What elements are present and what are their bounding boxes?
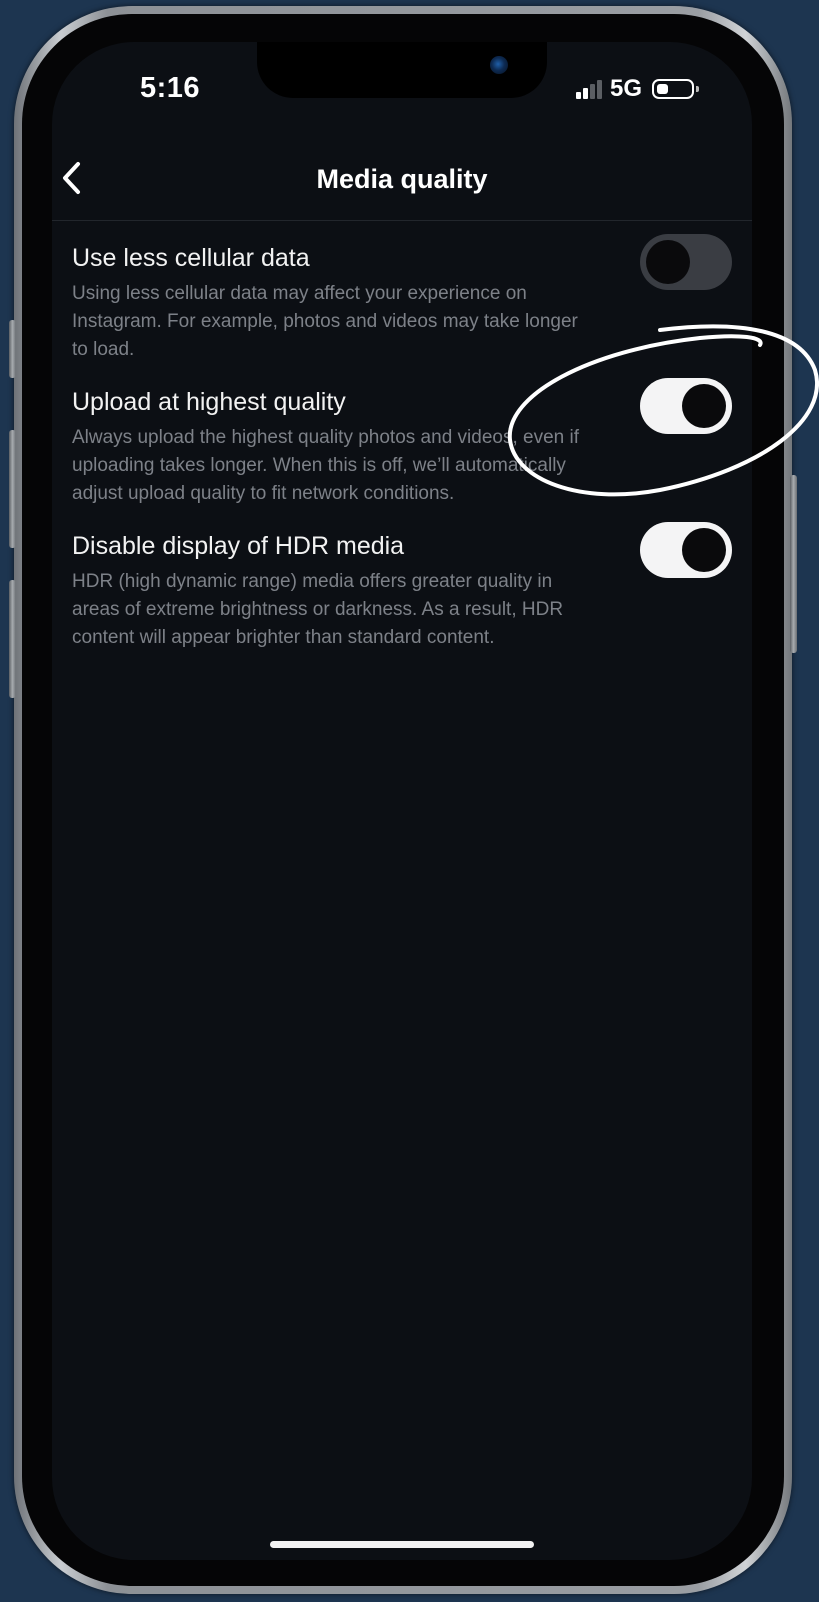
nav-bar: Media quality bbox=[52, 142, 752, 221]
setting-disable-hdr-media: Disable display of HDR media HDR (high d… bbox=[72, 522, 732, 652]
upload-highest-quality-toggle[interactable] bbox=[640, 378, 732, 434]
setting-upload-highest-quality: Upload at highest quality Always upload … bbox=[72, 378, 732, 508]
volume-down-button bbox=[9, 580, 16, 698]
notch bbox=[257, 42, 547, 98]
battery-cap bbox=[696, 86, 699, 92]
page-title: Media quality bbox=[316, 164, 488, 194]
silent-switch bbox=[9, 320, 16, 378]
setting-use-less-cellular-data: Use less cellular data Using less cellul… bbox=[72, 234, 732, 364]
front-camera-icon bbox=[490, 56, 508, 74]
setting-description: Using less cellular data may affect your… bbox=[72, 283, 578, 360]
signal-bar bbox=[575, 92, 581, 99]
signal-bar bbox=[589, 84, 595, 99]
toggle-knob bbox=[682, 384, 726, 428]
volume-up-button bbox=[9, 430, 16, 548]
setting-description: Always upload the highest quality photos… bbox=[72, 427, 579, 504]
home-indicator[interactable] bbox=[270, 1541, 534, 1548]
toggle-knob bbox=[682, 528, 726, 572]
network-type: 5G bbox=[609, 75, 642, 102]
power-button bbox=[790, 475, 797, 653]
disable-hdr-media-toggle[interactable] bbox=[640, 522, 732, 578]
battery-icon bbox=[652, 79, 699, 99]
battery-level-fill bbox=[657, 84, 668, 94]
signal-bar bbox=[596, 80, 602, 99]
phone-screen: 5:16 5G Media quality Use less cellular … bbox=[52, 42, 752, 1560]
setting-title: Use less cellular data bbox=[72, 244, 310, 272]
setting-title: Disable display of HDR media bbox=[72, 532, 405, 560]
signal-bar bbox=[582, 88, 588, 99]
status-indicators: 5G bbox=[575, 74, 699, 104]
settings-list: Use less cellular data Using less cellul… bbox=[72, 234, 732, 672]
cellular-signal-icon bbox=[575, 79, 602, 99]
setting-description: HDR (high dynamic range) media offers gr… bbox=[72, 571, 564, 648]
setting-title: Upload at highest quality bbox=[72, 388, 346, 416]
status-time: 5:16 bbox=[140, 72, 201, 104]
toggle-knob bbox=[646, 240, 690, 284]
use-less-cellular-data-toggle[interactable] bbox=[640, 234, 732, 290]
